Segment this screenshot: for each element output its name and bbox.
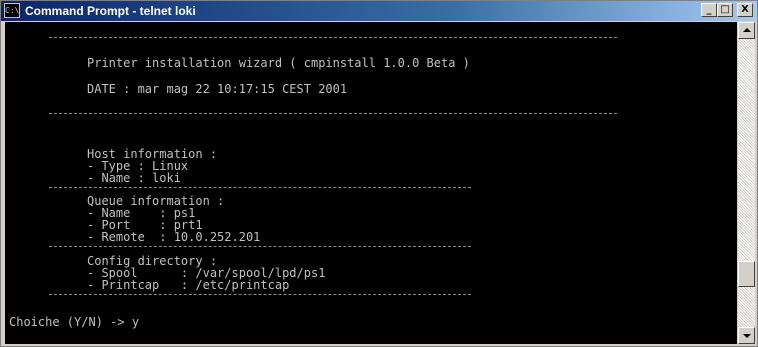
separator-host — [49, 187, 471, 188]
host-name-line: - Name : loki — [87, 171, 181, 185]
vertical-scrollbar[interactable] — [738, 22, 755, 344]
command-prompt-line[interactable]: Choiche (Y/N) -> y — [9, 316, 139, 328]
scroll-up-button[interactable] — [738, 22, 755, 39]
arrow-up-icon — [743, 28, 751, 32]
scrollbar-thumb[interactable] — [738, 261, 755, 287]
scroll-down-button[interactable] — [738, 327, 755, 344]
separator-after-date — [49, 113, 617, 114]
title-bar[interactable]: C:\ Command Prompt - telnet loki _ □ X — [1, 1, 757, 21]
wizard-title: Printer installation wizard ( cmpinstall… — [87, 56, 470, 70]
close-button[interactable]: X — [737, 3, 753, 17]
close-icon: X — [741, 4, 749, 15]
console-output[interactable]: Printer installation wizard ( cmpinstall… — [5, 22, 737, 344]
window-title: Command Prompt - telnet loki — [25, 4, 196, 18]
minimize-icon: _ — [706, 4, 712, 15]
separator-config — [49, 294, 471, 295]
maximize-icon: □ — [720, 4, 730, 15]
arrow-down-icon — [743, 334, 751, 338]
command-prompt-icon[interactable]: C:\ — [4, 3, 20, 18]
date-line: DATE : mar mag 22 10:17:15 CEST 2001 — [87, 82, 348, 96]
minimize-button[interactable]: _ — [701, 3, 717, 17]
separator-queue — [49, 246, 471, 247]
separator-top — [49, 37, 617, 38]
queue-remote-line: - Remote : 10.0.252.201 — [87, 230, 261, 244]
config-printcap-line: - Printcap : /etc/printcap — [87, 278, 290, 292]
maximize-button[interactable]: □ — [717, 3, 733, 17]
command-prompt-window: C:\ Command Prompt - telnet loki _ □ X P… — [0, 0, 758, 347]
